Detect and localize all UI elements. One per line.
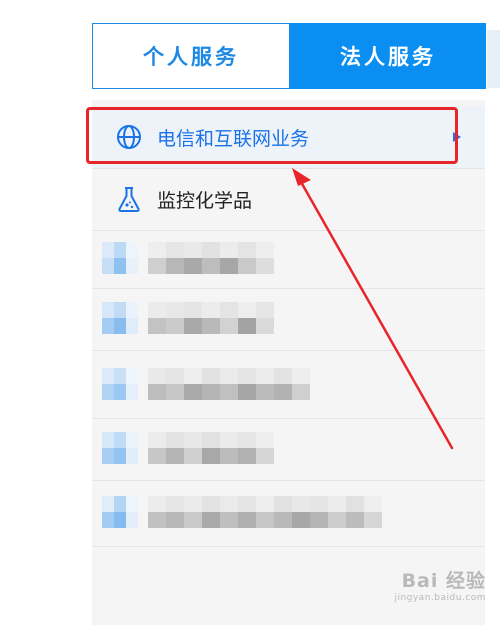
blurred-icon	[102, 432, 138, 464]
menu-divider	[92, 480, 485, 481]
blurred-text	[148, 432, 274, 464]
blurred-menu-item[interactable]	[102, 366, 310, 402]
blurred-menu-item[interactable]	[102, 240, 274, 276]
tab-legal-label: 法人服务	[340, 45, 436, 69]
blurred-icon	[102, 368, 138, 400]
menu-item-chemicals-label: 监控化学品	[157, 189, 253, 212]
screen: 个人服务 法人服务 电信和互联网业务 监控化学品 Bai 经验 jingyan.…	[0, 0, 500, 625]
blurred-text	[148, 496, 382, 528]
menu-panel: 电信和互联网业务 监控化学品	[92, 100, 485, 625]
blurred-menu-item[interactable]	[102, 494, 382, 530]
blurred-menu-item[interactable]	[102, 300, 274, 336]
menu-divider	[92, 288, 485, 289]
menu-divider	[92, 350, 485, 351]
menu-divider	[92, 230, 485, 231]
blurred-icon	[102, 496, 138, 528]
blurred-icon	[102, 242, 138, 274]
blurred-text	[148, 242, 274, 274]
watermark-main: Bai 经验	[401, 570, 486, 592]
tab-legal-services[interactable]: 法人服务	[290, 23, 486, 89]
annotation-highlight-box	[86, 107, 458, 164]
menu-item-monitored-chemicals[interactable]: 监控化学品	[92, 168, 485, 230]
blurred-icon	[102, 302, 138, 334]
blurred-text	[148, 302, 274, 334]
right-edge-strip	[487, 30, 500, 88]
menu-divider	[92, 546, 485, 547]
service-tabs: 个人服务 法人服务	[92, 23, 486, 89]
menu-divider	[92, 418, 485, 419]
blurred-text	[148, 368, 310, 400]
watermark-sub: jingyan.baidu.com	[394, 593, 486, 603]
blurred-menu-item[interactable]	[102, 430, 274, 466]
tab-personal-services[interactable]: 个人服务	[92, 23, 290, 89]
tab-personal-label: 个人服务	[143, 45, 239, 69]
flask-icon	[114, 184, 144, 214]
baidu-jingyan-watermark: Bai 经验 jingyan.baidu.com	[394, 566, 486, 603]
